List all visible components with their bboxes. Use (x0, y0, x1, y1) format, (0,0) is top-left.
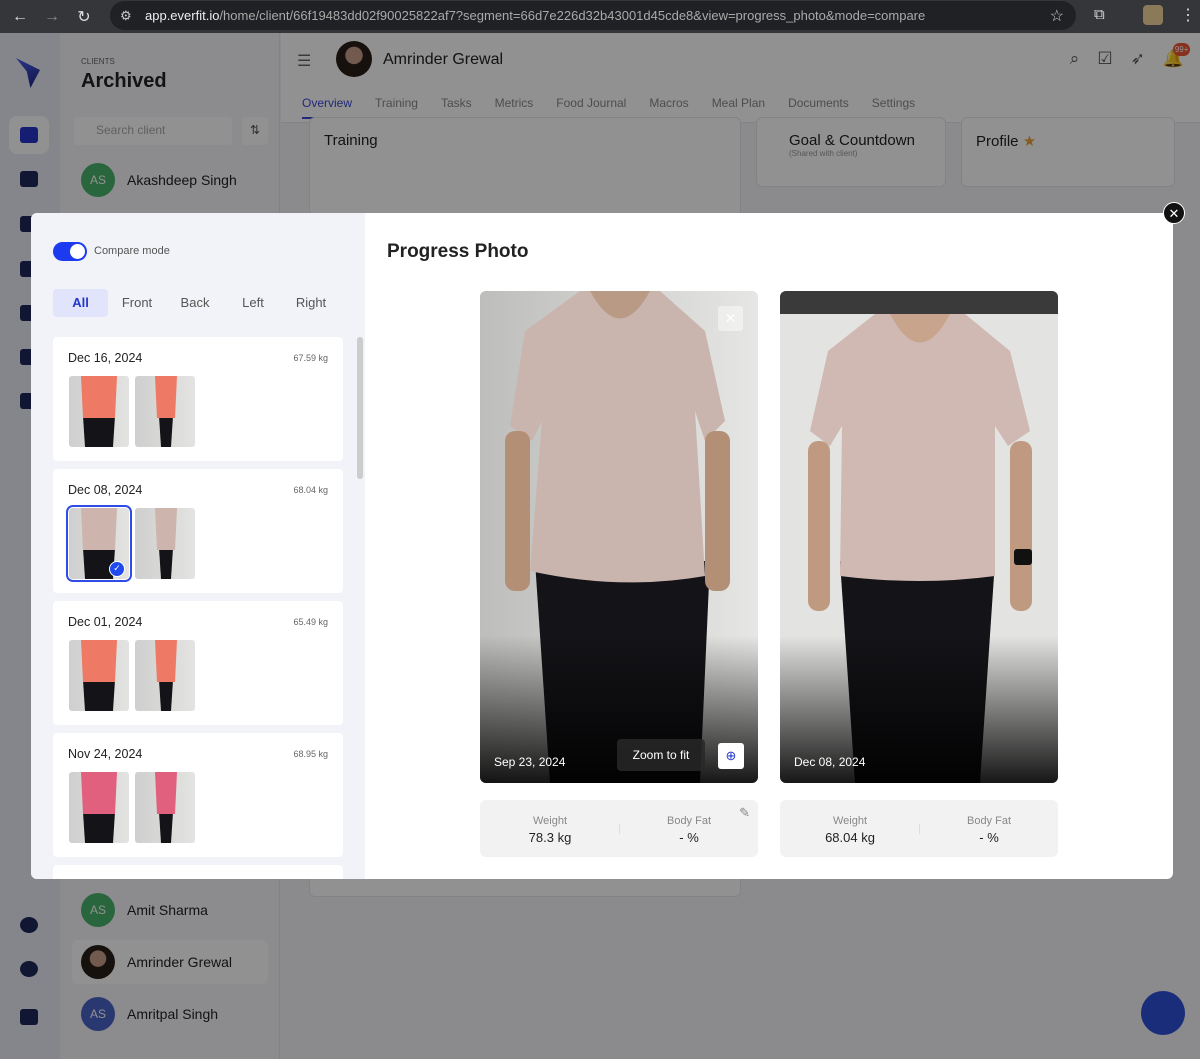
session-weight: 67.59 kg (293, 353, 328, 363)
progress-photo-image (780, 291, 1058, 783)
profile-avatar[interactable] (1143, 5, 1163, 25)
remove-photo-button[interactable]: ✕ (718, 306, 743, 331)
scrollbar[interactable] (357, 337, 363, 479)
pose-filter-tabs: All Front Back Left Right (53, 289, 340, 317)
compare-mode-toggle[interactable] (53, 242, 87, 261)
divider (619, 824, 620, 834)
close-modal-button[interactable]: ✕ (1163, 202, 1185, 224)
compare-photo-after[interactable]: Dec 08, 2024 (780, 291, 1058, 783)
site-settings-icon[interactable]: ⚙ (120, 8, 132, 24)
photo-date: Dec 08, 2024 (794, 755, 866, 769)
session-card: Dec 08, 2024 68.04 kg ✓ (53, 469, 343, 593)
photo-date: Sep 23, 2024 (494, 755, 566, 769)
divider (919, 824, 920, 834)
photo-stats-before: Weight 78.3 kg Body Fat - % ✎ (480, 800, 758, 857)
filter-left[interactable]: Left (224, 289, 282, 317)
weight-value: 78.3 kg (528, 830, 572, 845)
bookmark-star-icon[interactable]: ☆ (1050, 6, 1064, 26)
photo-thumbnail[interactable] (69, 376, 129, 447)
weight-label: Weight (832, 815, 868, 827)
zoom-in-icon[interactable]: ⊕ (718, 743, 744, 769)
progress-photo-modal: Compare mode All Front Back Left Right Dec 1… (31, 213, 1173, 879)
filter-all[interactable]: All (53, 289, 108, 317)
session-card: Dec 01, 2024 65.49 kg (53, 601, 343, 725)
bodyfat-value: - % (979, 830, 999, 845)
forward-icon[interactable]: → (40, 8, 64, 26)
progress-photo-image (480, 291, 758, 783)
session-weight: 65.49 kg (293, 617, 328, 627)
session-weight: 68.04 kg (293, 485, 328, 495)
weight-label: Weight (532, 815, 568, 827)
photo-thumbnail[interactable] (135, 640, 195, 711)
session-card: Nov 24, 2024 68.95 kg (53, 733, 343, 857)
photo-thumbnail[interactable] (135, 376, 195, 447)
session-weight: 68.95 kg (293, 749, 328, 759)
session-date: Dec 16, 2024 (68, 351, 143, 365)
zoom-to-fit-tooltip: Zoom to fit (617, 739, 705, 771)
address-bar[interactable]: ⚙ app.everfit.io/home/client/66f19483dd02… (110, 1, 1076, 30)
compare-mode-label: Compare mode (94, 245, 170, 257)
bodyfat-value: - % (679, 830, 699, 845)
session-date: Nov 24, 2024 (68, 747, 143, 761)
session-date: Dec 08, 2024 (68, 483, 143, 497)
compare-photo-before[interactable]: ✕ Sep 23, 2024 Zoom to fit ⊕ (480, 291, 758, 783)
session-date: Dec 01, 2024 (68, 615, 143, 629)
photo-thumbnail[interactable] (69, 772, 129, 843)
chat-support-button[interactable] (1141, 991, 1185, 1035)
bodyfat-label: Body Fat (666, 815, 712, 827)
extensions-icon[interactable]: ⧉ (1094, 6, 1105, 23)
filter-back[interactable]: Back (166, 289, 224, 317)
session-card (53, 865, 343, 879)
photo-stats-after: Weight 68.04 kg Body Fat - % (780, 800, 1058, 857)
weight-value: 68.04 kg (825, 830, 875, 845)
filter-right[interactable]: Right (282, 289, 340, 317)
photo-thumbnail[interactable] (69, 640, 129, 711)
photo-thumbnail[interactable]: ✓ (66, 505, 132, 582)
modal-title: Progress Photo (387, 241, 529, 262)
session-card: Dec 16, 2024 67.59 kg (53, 337, 343, 461)
photo-list-panel: Compare mode All Front Back Left Right Dec 1… (31, 213, 365, 879)
browser-toolbar: ← → ↻ ⚙ app.everfit.io/home/client/66f194… (0, 0, 1200, 33)
selected-check-icon: ✓ (109, 561, 125, 577)
back-icon[interactable]: ← (8, 8, 32, 26)
browser-menu-icon[interactable]: ⋮ (1180, 5, 1196, 25)
edit-pencil-icon[interactable]: ✎ (739, 805, 750, 821)
filter-front[interactable]: Front (108, 289, 166, 317)
reload-icon[interactable]: ↻ (72, 7, 96, 27)
photo-thumbnail[interactable] (135, 772, 195, 843)
bodyfat-label: Body Fat (966, 815, 1012, 827)
photo-thumbnail[interactable] (135, 508, 195, 579)
